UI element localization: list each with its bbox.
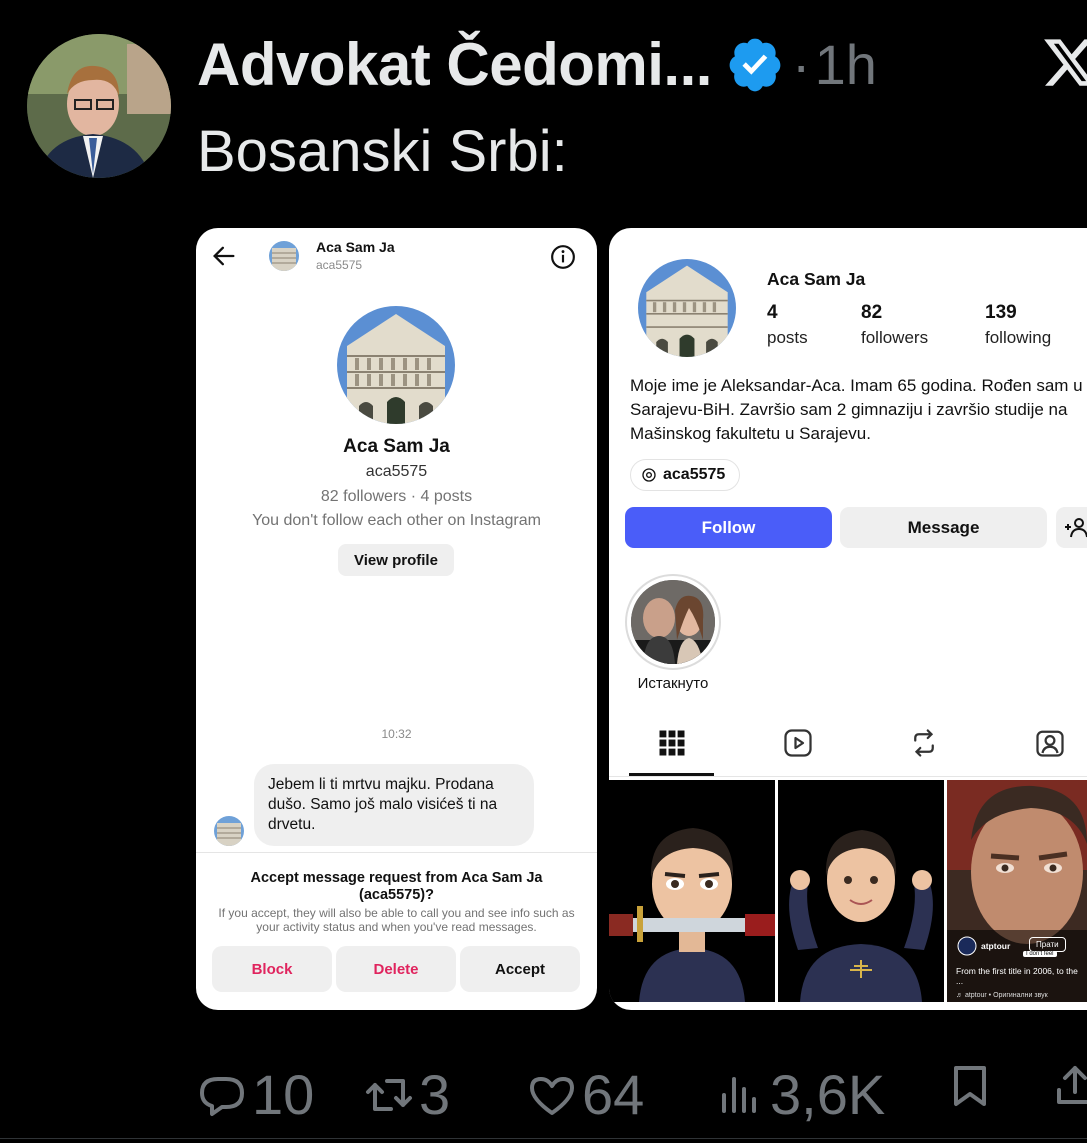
message-timestamp: 10:32 [381,727,412,741]
views-button[interactable]: 3,6K [716,1062,885,1127]
tweet-text: Bosanski Srbi: [197,119,568,184]
reel-note: I don't feel [1023,951,1057,957]
views-count: 3,6K [770,1063,886,1126]
reply-button[interactable]: 10 [198,1062,314,1127]
accept-button[interactable]: Accept [460,946,580,992]
request-subtitle: If you accept, they will also be able to… [218,906,575,934]
reels-tab-icon[interactable] [783,728,813,758]
repost-button[interactable]: 3 [365,1062,450,1127]
profile-avatar[interactable] [638,259,736,357]
like-count: 64 [582,1063,645,1126]
profile-screenshot: Aca Sam Ja 4 posts 82 followers 139 foll… [609,228,1087,1010]
tab-divider [609,776,1087,777]
stat-posts[interactable]: 4 posts [767,302,808,348]
block-button[interactable]: Block [212,946,332,992]
author-name[interactable]: Advokat Čedomi... [197,30,712,99]
highlight-thumbnail[interactable] [631,580,715,664]
tweet-time[interactable]: 1h [815,32,877,97]
x-logo-icon [1044,39,1087,86]
views-icon [722,1076,756,1113]
stat-following-value: 139 [985,302,1017,323]
threads-icon [642,468,656,482]
reposts-tab-icon[interactable] [909,728,939,758]
message-sender-avatar [214,816,244,846]
grid-tab-icon[interactable] [657,728,687,758]
dm-follow-note: You don't follow each other on Instagram [252,512,541,529]
reply-icon [200,1076,244,1116]
dm-profile-meta: 82 followers · 4 posts [320,488,473,505]
share-button[interactable] [1051,1062,1087,1110]
profile-bio: Moje ime je Aleksandar-Aca. Imam 65 godi… [630,376,1083,443]
dm-profile-avatar[interactable] [337,306,455,424]
verified-badge-icon [729,38,781,92]
dm-header-handle: aca5575 [316,258,363,272]
stat-following[interactable]: 139 following [985,302,1051,348]
divider [196,852,597,853]
add-user-icon [1065,517,1087,537]
like-button[interactable]: 64 [528,1062,644,1127]
stat-posts-label: posts [767,328,808,347]
post-thumbnail[interactable] [778,780,944,1002]
post-thumbnail[interactable] [609,780,775,1002]
info-icon[interactable] [550,244,576,270]
reel-follow-button: Прати [1029,937,1066,952]
reply-count: 10 [252,1063,315,1126]
repost-icon [366,1078,412,1111]
reel-username: atptour [981,941,1011,951]
divider [0,1138,1087,1139]
dm-profile-handle: aca5575 [365,463,428,480]
message-button[interactable]: Message [840,507,1047,548]
tweet-header: Advokat Čedomi... · 1h [197,28,877,100]
dm-request-screenshot: Aca Sam Ja aca5575 Aca Sam Ja aca5575 82… [196,228,597,1010]
repost-count: 3 [419,1063,451,1126]
stat-posts-value: 4 [767,302,778,323]
stat-followers[interactable]: 82 followers [861,302,928,348]
bookmark-icon [954,1066,986,1106]
dm-profile-name: Aca Sam Ja [343,436,450,457]
dm-header-name: Aca Sam Ja [316,239,395,255]
view-profile-button[interactable]: View profile [338,544,454,576]
post-reel-thumbnail[interactable]: 32 atptour Прати I don't feel From the f… [947,780,1087,1002]
heart-icon [530,1076,574,1115]
threads-handle: aca5575 [663,466,726,483]
stat-following-label: following [985,328,1052,347]
dot-separator: · [791,32,811,96]
delete-button[interactable]: Delete [336,946,456,992]
reel-audio: ♬ atptour • Оригинални звук [956,992,1048,999]
reel-caption: From the first title in 2006, to the ... [956,966,1078,986]
stat-followers-value: 82 [861,302,883,323]
profile-name: Aca Sam Ja [767,269,866,289]
bookmark-button[interactable] [946,1062,1000,1110]
active-tab-indicator [629,773,714,776]
request-title: Accept message request from Aca Sam Ja (… [250,870,543,903]
dm-header-avatar[interactable] [269,241,299,271]
message-bubble: Jebem li ti mrtvu majku. Prodana dušo. S… [254,764,534,846]
tagged-tab-icon[interactable] [1035,728,1065,758]
stat-followers-label: followers [861,328,929,347]
share-icon [1057,1066,1087,1104]
author-avatar[interactable] [27,34,171,178]
threads-link[interactable]: aca5575 [630,459,741,491]
tweet-action-bar: 10 3 64 3,6K [0,1050,1087,1130]
add-user-button[interactable] [1056,507,1087,548]
follow-button[interactable]: Follow [625,507,832,548]
back-arrow-icon[interactable] [210,242,238,270]
highlight-label: Истакнуто [637,675,709,692]
